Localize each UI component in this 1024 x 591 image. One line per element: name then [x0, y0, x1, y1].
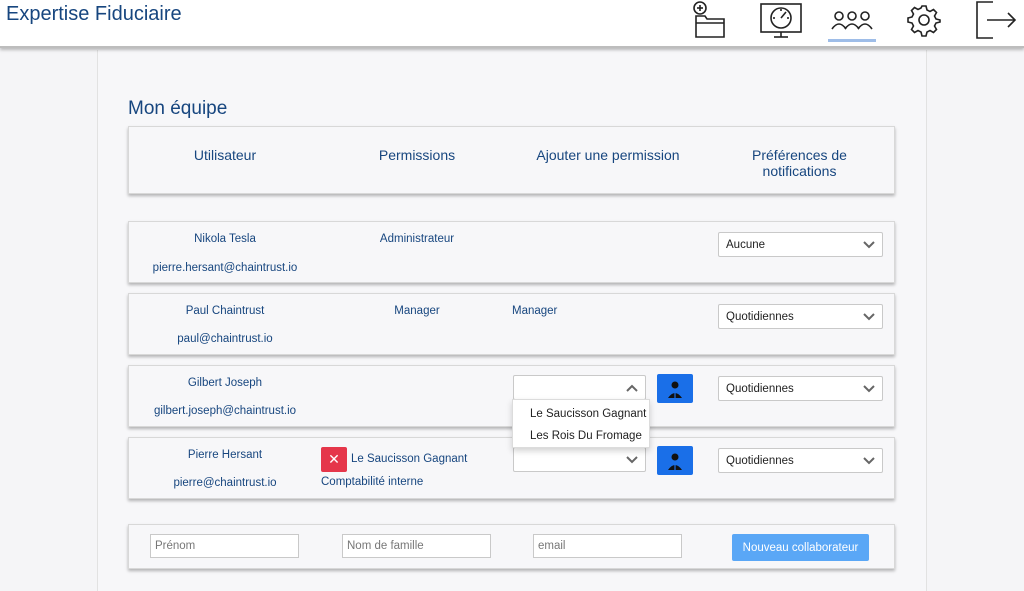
user-permission: Le Saucisson Gagnant	[351, 453, 468, 465]
close-icon: ✕	[328, 451, 340, 467]
email-input[interactable]	[533, 534, 682, 558]
notification-select[interactable]: Quotidiennes	[718, 376, 883, 401]
header-notifications-line1: Préférences de	[752, 147, 847, 163]
add-permission-button[interactable]	[657, 446, 693, 475]
user-email: paul@chaintrust.io	[177, 333, 273, 345]
folder-add-icon[interactable]	[688, 0, 732, 40]
add-permission-select[interactable]	[513, 375, 646, 400]
notification-value: Quotidiennes	[726, 383, 794, 395]
gear-icon[interactable]	[904, 0, 944, 40]
notification-value: Quotidiennes	[726, 311, 794, 323]
user-email: pierre.hersant@chaintrust.io	[152, 262, 298, 274]
header-add-permission: Ajouter une permission	[536, 147, 680, 163]
dashboard-monitor-icon[interactable]	[758, 0, 804, 40]
user-name: Paul Chaintrust	[185, 305, 265, 317]
user-permission-sub: Comptabilité interne	[321, 476, 424, 488]
notification-value: Aucune	[726, 239, 766, 251]
brand-title[interactable]: Expertise Fiduciaire	[6, 3, 182, 26]
table-row: Nikola Tesla pierre.hersant@chaintrust.i…	[128, 221, 895, 283]
permission-dropdown-menu: Le Saucisson Gagnant Les Rois Du Fromage	[512, 399, 650, 448]
remove-permission-button[interactable]: ✕	[321, 447, 347, 472]
user-permission: Administrateur	[379, 233, 455, 245]
table-row: Paul Chaintrust paul@chaintrust.io Manag…	[128, 293, 895, 355]
chevron-down-icon	[862, 310, 876, 327]
notification-select[interactable]: Quotidiennes	[718, 304, 883, 329]
user-email: pierre@chaintrust.io	[173, 477, 277, 489]
person-icon	[668, 453, 682, 470]
header-user: Utilisateur	[193, 147, 257, 163]
header-notifications-line2: notifications	[762, 163, 837, 179]
notification-value: Quotidiennes	[726, 455, 794, 467]
page-title: Mon équipe	[128, 98, 228, 119]
new-user-form: Nouveau collaborateur	[128, 524, 895, 569]
user-name: Nikola Tesla	[194, 233, 256, 245]
user-name: Gilbert Joseph	[187, 377, 263, 389]
team-users-icon[interactable]	[828, 0, 876, 40]
user-permission: Manager	[394, 305, 440, 317]
add-permission-button[interactable]	[657, 374, 693, 403]
logout-icon[interactable]	[972, 0, 1018, 40]
header-permissions: Permissions	[378, 147, 456, 163]
active-tab-indicator	[828, 39, 876, 42]
user-email: gilbert.joseph@chaintrust.io	[153, 405, 297, 417]
first-name-input[interactable]	[150, 534, 299, 558]
header-notifications: Préférences de notifications	[703, 147, 896, 179]
added-permission: Manager	[512, 305, 558, 317]
chevron-up-icon	[625, 381, 639, 400]
notification-select[interactable]: Aucune	[718, 232, 883, 257]
dropdown-option[interactable]: Les Rois Du Fromage	[530, 430, 642, 442]
chevron-down-icon	[862, 382, 876, 399]
notification-select[interactable]: Quotidiennes	[718, 448, 883, 473]
last-name-input[interactable]	[342, 534, 491, 558]
person-icon	[668, 381, 682, 398]
new-collaborator-button[interactable]: Nouveau collaborateur	[732, 534, 869, 561]
user-name: Pierre Hersant	[187, 449, 263, 461]
chevron-down-icon	[862, 238, 876, 255]
chevron-down-icon	[862, 454, 876, 471]
chevron-down-icon	[625, 453, 639, 472]
dropdown-option[interactable]: Le Saucisson Gagnant	[530, 408, 646, 420]
top-bar: Expertise Fiduciaire	[0, 0, 1024, 48]
table-header: Utilisateur Permissions Ajouter une perm…	[128, 126, 895, 194]
add-permission-select[interactable]	[513, 447, 646, 472]
